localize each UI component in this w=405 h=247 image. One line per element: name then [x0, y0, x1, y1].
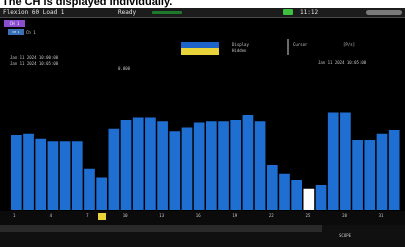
- chart-bar: [181, 127, 193, 210]
- legend-swatch: [181, 42, 219, 55]
- chart-bar: [47, 141, 59, 210]
- hidden-label: Hidden: [232, 48, 247, 53]
- cursor-time: Jan 11 2024 10:05:00: [318, 60, 367, 65]
- title-bar: Flexion 60 Load 1 Ready 11:12: [0, 8, 405, 18]
- x-tick-label: 16: [195, 213, 201, 218]
- status-indicator: [152, 11, 182, 14]
- x-tick-label: 25: [305, 213, 311, 218]
- page-caption: The CH is displayed individually.: [2, 0, 173, 8]
- chart-bar: [352, 140, 363, 210]
- chart-bar: [279, 173, 290, 210]
- chart-bar: [206, 121, 217, 210]
- x-tick-label: 31: [378, 213, 384, 218]
- display-label: Display: [232, 42, 249, 47]
- signal-icon: [283, 9, 293, 15]
- channel-tag: CH 1: [8, 29, 24, 35]
- x-tick-label: 13: [159, 213, 165, 218]
- x-tick-label: 10: [122, 213, 128, 218]
- chart-bar: [340, 112, 351, 210]
- chart-bar: [303, 188, 315, 210]
- chart-bar: [193, 122, 205, 210]
- chart-bar: [84, 168, 95, 210]
- chart-bar: [242, 115, 254, 210]
- unit-label: [P/s]: [343, 42, 356, 47]
- device-screen: Flexion 60 Load 1 Ready 11:12 CH 1 CH 1 …: [0, 8, 405, 247]
- chart-bar: [169, 131, 181, 210]
- chart-bar: [120, 120, 132, 210]
- cursor-label: Cursor: [293, 42, 308, 47]
- footer-hint: SCOPE: [339, 233, 352, 238]
- chart-bar: [230, 120, 242, 210]
- chart-bar: [291, 180, 302, 210]
- chart-bar: [376, 133, 388, 210]
- axis-marker: [98, 213, 107, 220]
- chart-bar: [71, 141, 83, 210]
- legend-yellow: [181, 48, 219, 55]
- status-text: Ready: [118, 9, 137, 16]
- chart-bar: [59, 141, 71, 210]
- x-tick-label: 19: [232, 213, 238, 218]
- start-time: Jan 11 2024 10:00:00: [10, 55, 59, 60]
- chart-bar: [327, 112, 339, 210]
- chart-bar: [254, 121, 266, 210]
- chart-bar: [266, 165, 278, 210]
- channel-badge[interactable]: CH 1: [4, 20, 25, 27]
- end-time: Jan 11 2024 10:05:00: [10, 61, 59, 66]
- title-text: Flexion 60 Load 1: [3, 9, 65, 16]
- clock-text: 11:12: [300, 9, 319, 16]
- chart-bar: [108, 128, 120, 210]
- chart-bar: [218, 121, 229, 210]
- chart-bar: [96, 177, 107, 210]
- chart-bar: [23, 133, 34, 210]
- chart-bar: [364, 140, 376, 210]
- chart-bar: [35, 138, 47, 210]
- chart-bar: [11, 135, 22, 210]
- x-tick-label: 7: [86, 213, 89, 218]
- scrollbar[interactable]: [0, 225, 322, 232]
- x-tick-label: 1: [13, 213, 16, 218]
- chart-bar: [145, 117, 156, 210]
- x-tick-label: 28: [342, 213, 347, 218]
- bottom-bar: SCOPE: [0, 225, 405, 247]
- x-tick-label: 4: [49, 213, 53, 218]
- chart-bar: [315, 185, 327, 210]
- chart-bar: [132, 117, 144, 210]
- channel-label: Ch 1: [26, 30, 36, 35]
- x-tick-label: 22: [268, 213, 274, 218]
- battery-icon: [366, 10, 402, 15]
- chart-bar: [157, 121, 168, 210]
- chart-bar: [388, 130, 400, 210]
- divider: [287, 39, 289, 55]
